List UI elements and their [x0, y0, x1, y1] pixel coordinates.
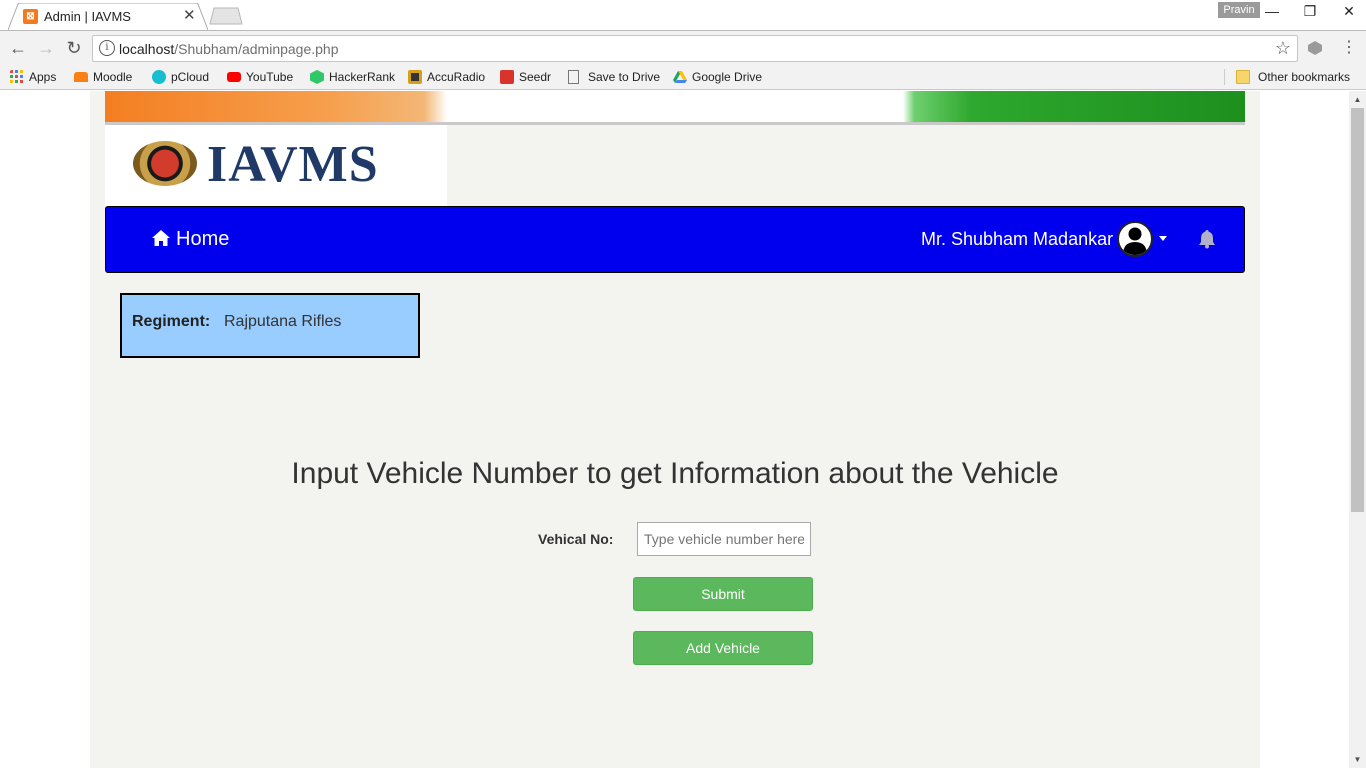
home-label: Home	[176, 228, 230, 250]
address-bar[interactable]: i localhost/Shubham/adminpage.php ☆	[92, 35, 1298, 62]
info-icon[interactable]: i	[99, 40, 115, 56]
scroll-down-icon[interactable]: ▼	[1349, 751, 1366, 768]
tab-strip: ⊠ Admin | IAVMS ✕ Pravin — ❐ ✕	[0, 0, 1366, 30]
hackerrank-icon	[310, 70, 324, 84]
browser-toolbar: ← → ↻ i localhost/Shubham/adminpage.php …	[0, 30, 1366, 64]
close-window-icon[interactable]: ✕	[1334, 1, 1364, 21]
page-heading: Input Vehicle Number to get Information …	[291, 457, 1059, 490]
bookmark-moodle[interactable]: Moodle	[74, 68, 132, 86]
google-drive-icon	[673, 71, 687, 83]
bell-icon[interactable]	[1198, 229, 1216, 249]
url-path: /Shubham/adminpage.php	[174, 41, 339, 57]
bookmark-apps[interactable]: Apps	[10, 68, 56, 86]
bookmark-accuradio[interactable]: AccuRadio	[408, 68, 485, 86]
home-link[interactable]: Home	[151, 228, 229, 251]
bookmark-label: AccuRadio	[427, 70, 486, 84]
url-text: localhost/Shubham/adminpage.php	[119, 41, 339, 57]
vehicle-number-input[interactable]	[637, 522, 811, 556]
regiment-label: Regiment:	[132, 313, 211, 330]
site-logo[interactable]: IAVMS	[105, 125, 447, 206]
bookmark-label: Moodle	[93, 70, 133, 84]
bookmark-label: Apps	[29, 70, 57, 84]
user-name[interactable]: Mr. Shubham Madankar	[921, 229, 1113, 250]
accuradio-icon	[408, 70, 422, 84]
chevron-down-icon[interactable]	[1159, 236, 1167, 241]
xampp-favicon-icon: ⊠	[23, 9, 38, 24]
page-viewport: IAVMS Home Mr. Shubham Madankar Regiment…	[0, 91, 1349, 768]
bookmark-label: Seedr	[519, 70, 552, 84]
bookmark-hackerrank[interactable]: HackerRank	[310, 68, 395, 86]
folder-icon	[1236, 70, 1250, 84]
restore-icon[interactable]: ❐	[1295, 1, 1325, 21]
page-scrollbar[interactable]: ▲ ▼	[1349, 91, 1366, 768]
regiment-value: Rajputana Rifles	[224, 313, 342, 330]
minimize-icon[interactable]: —	[1257, 1, 1287, 21]
page-container: IAVMS Home Mr. Shubham Madankar Regiment…	[90, 91, 1260, 768]
pcloud-icon	[152, 70, 166, 84]
bookmark-seedr[interactable]: Seedr	[500, 68, 551, 86]
bookmark-label: HackerRank	[329, 70, 396, 84]
new-tab-button[interactable]	[208, 7, 244, 25]
user-silhouette-icon	[1123, 227, 1147, 255]
reload-icon[interactable]: ↻	[62, 36, 86, 60]
bookmarks-divider	[1224, 69, 1225, 85]
bookmarks-bar: Apps Moodle pCloud YouTube HackerRank Ac…	[0, 64, 1366, 90]
home-icon	[152, 230, 170, 246]
regiment-info-box: Regiment: Rajputana Rifles	[120, 293, 420, 358]
forward-icon[interactable]: →	[34, 36, 58, 60]
bookmark-save-to-drive[interactable]: Save to Drive	[568, 68, 660, 86]
army-emblem-icon	[133, 141, 197, 186]
user-avatar[interactable]	[1117, 221, 1153, 257]
add-vehicle-button[interactable]: Add Vehicle	[633, 631, 813, 665]
seedr-icon	[500, 70, 514, 84]
bookmark-label: YouTube	[246, 70, 294, 84]
main-navbar: Home Mr. Shubham Madankar	[105, 206, 1245, 273]
moodle-icon	[74, 72, 88, 82]
bookmark-label: Google Drive	[692, 70, 763, 84]
logo-text: IAVMS	[207, 136, 379, 193]
bookmark-label: pCloud	[171, 70, 210, 84]
back-icon[interactable]: ←	[6, 36, 30, 60]
apps-grid-icon	[10, 70, 23, 83]
bookmark-google-drive[interactable]: Google Drive	[673, 68, 762, 86]
tab-title: Admin | IAVMS	[44, 9, 131, 24]
youtube-icon	[227, 72, 241, 82]
profile-button[interactable]: Pravin	[1218, 2, 1260, 18]
bookmark-youtube[interactable]: YouTube	[227, 68, 293, 86]
bookmark-label: Save to Drive	[588, 70, 661, 84]
scrollbar-thumb[interactable]	[1351, 108, 1364, 512]
bookmark-pcloud[interactable]: pCloud	[152, 68, 209, 86]
tricolor-banner	[105, 91, 1245, 125]
menu-icon[interactable]: ⋮	[1337, 36, 1361, 60]
browser-tab[interactable]: ⊠ Admin | IAVMS ✕	[8, 3, 208, 30]
page-icon	[568, 70, 579, 84]
close-tab-icon[interactable]: ✕	[183, 6, 196, 24]
url-host: localhost	[119, 41, 175, 57]
vehicle-number-label: Vehical No:	[538, 531, 614, 547]
extension-icon[interactable]	[1306, 39, 1324, 57]
bookmark-other[interactable]: Other bookmarks	[1236, 68, 1350, 86]
bookmark-star-icon[interactable]: ☆	[1275, 38, 1291, 59]
submit-button[interactable]: Submit	[633, 577, 813, 611]
bookmark-label: Other bookmarks	[1258, 70, 1351, 84]
scroll-up-icon[interactable]: ▲	[1349, 91, 1366, 108]
